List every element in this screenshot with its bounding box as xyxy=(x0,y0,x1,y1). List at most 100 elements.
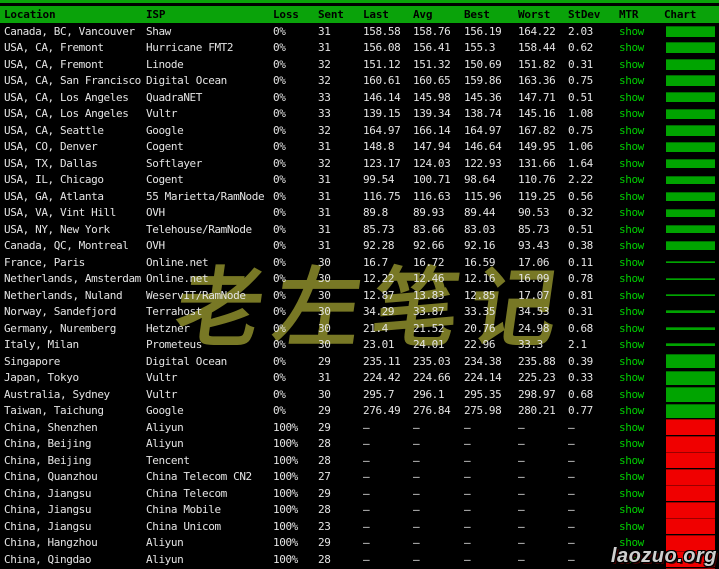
isp-cell: Softlayer xyxy=(146,157,273,170)
loss-cell: 0% xyxy=(273,338,318,351)
mtr-cell: show xyxy=(619,58,664,71)
table-row: Japan, Tokyo Vultr 0% 31 224.42 224.66 2… xyxy=(0,370,719,387)
loss-cell: 0% xyxy=(273,206,318,219)
isp-cell: WeservIT/RamNode xyxy=(146,289,273,302)
mtr-show-link[interactable]: show xyxy=(619,404,644,417)
isp-cell: Digital Ocean xyxy=(146,355,273,368)
latency-bar xyxy=(666,469,715,485)
stdev-cell: 1.06 xyxy=(568,140,619,153)
loss-cell: 0% xyxy=(273,322,318,335)
mtr-show-link[interactable]: show xyxy=(619,107,644,120)
location-cell: Japan, Tokyo xyxy=(4,371,146,384)
mtr-show-link[interactable]: show xyxy=(619,272,644,285)
avg-cell: 124.03 xyxy=(413,157,464,170)
header-chart: Chart xyxy=(664,8,719,21)
mtr-show-link[interactable]: show xyxy=(619,322,644,335)
location-cell: Italy, Milan xyxy=(4,338,146,351)
mtr-show-link[interactable]: show xyxy=(619,239,644,252)
mtr-show-link[interactable]: show xyxy=(619,74,644,87)
stdev-cell: 0.62 xyxy=(568,41,619,54)
sent-cell: 31 xyxy=(318,25,363,38)
mtr-show-link[interactable]: show xyxy=(619,223,644,236)
worst-cell: – xyxy=(518,520,568,533)
sent-cell: 23 xyxy=(318,520,363,533)
worst-cell: 110.76 xyxy=(518,173,568,186)
loss-cell: 0% xyxy=(273,272,318,285)
mtr-show-link[interactable]: show xyxy=(619,503,644,516)
loss-cell: 0% xyxy=(273,173,318,186)
loss-cell: 0% xyxy=(273,107,318,120)
worst-cell: 131.66 xyxy=(518,157,568,170)
worst-cell: 151.82 xyxy=(518,58,568,71)
best-cell: 145.36 xyxy=(464,91,518,104)
mtr-show-link[interactable]: show xyxy=(619,124,644,137)
loss-cell: 0% xyxy=(273,289,318,302)
table-row: USA, CA, Los Angeles Vultr 0% 33 139.15 … xyxy=(0,106,719,123)
mtr-show-link[interactable]: show xyxy=(619,91,644,104)
loss-cell: 100% xyxy=(273,454,318,467)
mtr-show-link[interactable]: show xyxy=(619,173,644,186)
mtr-show-link[interactable]: show xyxy=(619,454,644,467)
sent-cell: 28 xyxy=(318,553,363,566)
worst-cell: 17.07 xyxy=(518,289,568,302)
loss-cell: 100% xyxy=(273,520,318,533)
mtr-show-link[interactable]: show xyxy=(619,25,644,38)
mtr-show-link[interactable]: show xyxy=(619,355,644,368)
loss-cell: 0% xyxy=(273,388,318,401)
mtr-show-link[interactable]: show xyxy=(619,256,644,269)
mtr-show-link[interactable]: show xyxy=(619,305,644,318)
worst-cell: 33.3 xyxy=(518,338,568,351)
avg-cell: 13.83 xyxy=(413,289,464,302)
sent-cell: 31 xyxy=(318,371,363,384)
mtr-show-link[interactable]: show xyxy=(619,437,644,450)
location-cell: USA, NY, New York xyxy=(4,223,146,236)
sent-cell: 33 xyxy=(318,91,363,104)
mtr-show-link[interactable]: show xyxy=(619,289,644,302)
stdev-cell: 2.1 xyxy=(568,338,619,351)
mtr-show-link[interactable]: show xyxy=(619,421,644,434)
mtr-cell: show xyxy=(619,371,664,384)
loss-cell: 0% xyxy=(273,256,318,269)
last-cell: 235.11 xyxy=(363,355,413,368)
mtr-show-link[interactable]: show xyxy=(619,520,644,533)
worst-cell: 90.53 xyxy=(518,206,568,219)
mtr-show-link[interactable]: show xyxy=(619,157,644,170)
worst-cell: 24.98 xyxy=(518,322,568,335)
latency-bar xyxy=(666,92,715,102)
mtr-show-link[interactable]: show xyxy=(619,338,644,351)
best-cell: – xyxy=(464,470,518,483)
avg-cell: 158.76 xyxy=(413,25,464,38)
mtr-show-link[interactable]: show xyxy=(619,371,644,384)
best-cell: 224.14 xyxy=(464,371,518,384)
header-last: Last xyxy=(363,8,413,21)
chart-cell xyxy=(664,188,719,205)
mtr-show-link[interactable]: show xyxy=(619,58,644,71)
sent-cell: 30 xyxy=(318,289,363,302)
location-cell: USA, CA, Los Angeles xyxy=(4,91,146,104)
mtr-cell: show xyxy=(619,157,664,170)
worst-cell: – xyxy=(518,454,568,467)
mtr-show-link[interactable]: show xyxy=(619,140,644,153)
isp-cell: Aliyun xyxy=(146,437,273,450)
sent-cell: 31 xyxy=(318,173,363,186)
worst-cell: 16.09 xyxy=(518,272,568,285)
latency-bar xyxy=(666,518,715,534)
mtr-show-link[interactable]: show xyxy=(619,388,644,401)
stdev-cell: 0.51 xyxy=(568,223,619,236)
mtr-show-link[interactable]: show xyxy=(619,206,644,219)
mtr-show-link[interactable]: show xyxy=(619,190,644,203)
mtr-show-link[interactable]: show xyxy=(619,487,644,500)
latency-bar xyxy=(666,241,715,250)
isp-cell: China Unicom xyxy=(146,520,273,533)
sent-cell: 30 xyxy=(318,322,363,335)
location-cell: Canada, BC, Vancouver xyxy=(4,25,146,38)
location-cell: China, Shenzhen xyxy=(4,421,146,434)
avg-cell: 147.94 xyxy=(413,140,464,153)
isp-cell: China Telecom xyxy=(146,487,273,500)
avg-cell: 100.71 xyxy=(413,173,464,186)
location-cell: USA, CA, San Francisco xyxy=(4,74,146,87)
location-cell: USA, VA, Vint Hill xyxy=(4,206,146,219)
mtr-show-link[interactable]: show xyxy=(619,41,644,54)
last-cell: – xyxy=(363,421,413,434)
mtr-show-link[interactable]: show xyxy=(619,470,644,483)
